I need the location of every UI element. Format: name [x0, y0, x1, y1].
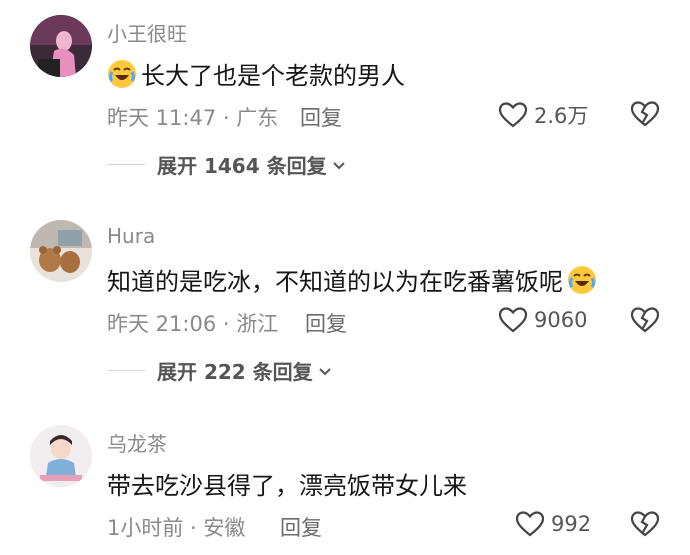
divider-line — [107, 370, 145, 371]
comment-text-row: 知道的是吃冰，不知道的以为在吃番薯饭呢 — [107, 262, 597, 297]
comment-username[interactable]: Hura — [107, 224, 155, 248]
like-button[interactable]: 9060 — [498, 306, 587, 334]
comment-text: 带去吃沙县得了，漂亮饭带女儿来 — [107, 472, 467, 500]
heart-outline-icon — [515, 511, 545, 537]
avatar[interactable] — [30, 220, 92, 282]
comment-meta: 昨天 21:06 · 浙江 — [107, 312, 279, 336]
dislike-button[interactable] — [630, 306, 660, 334]
reply-button[interactable]: 回复 — [305, 308, 347, 338]
reply-button[interactable]: 回复 — [280, 512, 322, 542]
expand-replies-button[interactable]: 展开 1464 条回复 — [107, 150, 347, 179]
dislike-button[interactable] — [630, 100, 660, 128]
expand-replies-label: 展开 1464 条回复 — [157, 154, 327, 178]
heart-outline-icon — [498, 102, 528, 128]
comment-meta: 昨天 11:47 · 广东 — [107, 106, 279, 130]
broken-heart-icon — [630, 101, 660, 127]
comment-username[interactable]: 小王很旺 — [107, 18, 187, 47]
avatar[interactable] — [30, 425, 92, 487]
heart-outline-icon — [498, 307, 528, 333]
like-button[interactable]: 2.6万 — [498, 100, 588, 130]
reply-button[interactable]: 回复 — [300, 102, 342, 132]
crying-laughing-emoji — [107, 59, 137, 89]
avatar[interactable] — [30, 15, 92, 77]
expand-replies-label: 展开 222 条回复 — [157, 360, 313, 384]
comment-text: 知道的是吃冰，不知道的以为在吃番薯饭呢 — [107, 268, 563, 296]
comment-text-row: 长大了也是个老款的男人 — [107, 56, 405, 91]
like-button[interactable]: 992 — [515, 510, 591, 538]
comment-username[interactable]: 乌龙茶 — [107, 428, 167, 457]
comment-text-row: 带去吃沙县得了，漂亮饭带女儿来 — [107, 466, 467, 501]
divider-line — [107, 164, 145, 165]
chevron-down-icon — [332, 161, 345, 169]
like-count: 992 — [551, 512, 592, 536]
comment-text: 长大了也是个老款的男人 — [141, 62, 405, 90]
expand-replies-button[interactable]: 展开 222 条回复 — [107, 356, 333, 385]
like-count: 9060 — [534, 308, 588, 332]
chevron-down-icon — [318, 367, 331, 375]
crying-laughing-emoji — [567, 265, 597, 295]
comment-meta: 1小时前 · 安徽 — [107, 516, 246, 540]
broken-heart-icon — [630, 307, 660, 333]
like-count: 2.6万 — [534, 104, 589, 128]
broken-heart-icon — [630, 511, 660, 537]
dislike-button[interactable] — [630, 510, 660, 538]
